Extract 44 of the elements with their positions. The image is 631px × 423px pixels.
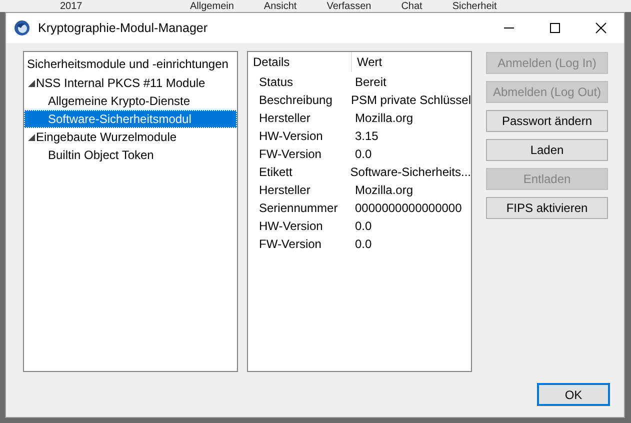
table-cell-text: 0.0	[354, 237, 372, 251]
tree-item[interactable]: NSS Internal PKCS #11 Module	[24, 74, 237, 92]
folder-item[interactable]: 2017	[0, 1, 190, 12]
table-cell-text: Hersteller	[258, 111, 312, 125]
background-tab[interactable]: Chat	[401, 1, 422, 12]
action-button[interactable]: FIPS aktivieren	[486, 197, 608, 219]
table-cell-text: Hersteller	[258, 183, 312, 197]
app-logo-icon	[14, 20, 30, 36]
table-cell-text: HW-Version	[258, 129, 324, 143]
table-cell-text: Bereit	[354, 75, 386, 89]
window-title: Kryptographie-Modul-Manager	[38, 21, 209, 35]
table-cell-text: Status	[258, 75, 294, 89]
close-icon[interactable]	[595, 22, 607, 34]
table-cell-text: Seriennummer	[258, 201, 339, 215]
table-cell-text: Software-Sicherheits...	[349, 165, 471, 179]
table-cell-text: 0.0	[354, 147, 372, 161]
tree-item[interactable]: Builtin Object Token	[24, 146, 237, 164]
table-cell-text: Etikett	[258, 165, 294, 179]
tree-item[interactable]: Software-Sicherheitsmodul	[24, 110, 237, 128]
background-tab[interactable]: Allgemein	[190, 1, 234, 12]
table-cell-text: Mozilla.org	[354, 183, 414, 197]
tree-header: Sicherheitsmodule und -einrichtungen	[26, 56, 230, 73]
tree-item[interactable]: Eingebaute Wurzelmodule	[24, 128, 237, 146]
table-cell-text: Mozilla.org	[354, 111, 414, 125]
table-cell-text: 3.15	[354, 129, 378, 143]
background-tab[interactable]: Ansicht	[264, 1, 297, 12]
tree-item[interactable]: Allgemeine Krypto-Dienste	[24, 92, 237, 110]
maximize-icon[interactable]	[549, 22, 561, 34]
action-button[interactable]: Passwort ändern	[486, 110, 608, 132]
action-button[interactable]: Laden	[486, 139, 608, 161]
expanded-triangle-icon[interactable]	[28, 134, 35, 140]
ok-button[interactable]: OK	[537, 383, 610, 406]
column-header[interactable]: Wert	[352, 52, 382, 72]
table-cell-text: FW-Version	[258, 237, 322, 251]
table-cell-text: Beschreibung	[258, 93, 334, 107]
table-cell-text: PSM private Schlüssel	[350, 93, 471, 107]
table-cell-text: 0.0	[354, 219, 372, 233]
background-tab[interactable]: Sicherheit	[452, 1, 497, 12]
table-cell-text: FW-Version	[258, 147, 322, 161]
table-cell-text: 0000000000000000	[354, 201, 462, 215]
table-cell-text: HW-Version	[258, 219, 324, 233]
background-tab[interactable]: Verfassen	[326, 1, 372, 12]
column-header[interactable]: Details	[248, 52, 352, 72]
expanded-triangle-icon[interactable]	[28, 80, 35, 86]
